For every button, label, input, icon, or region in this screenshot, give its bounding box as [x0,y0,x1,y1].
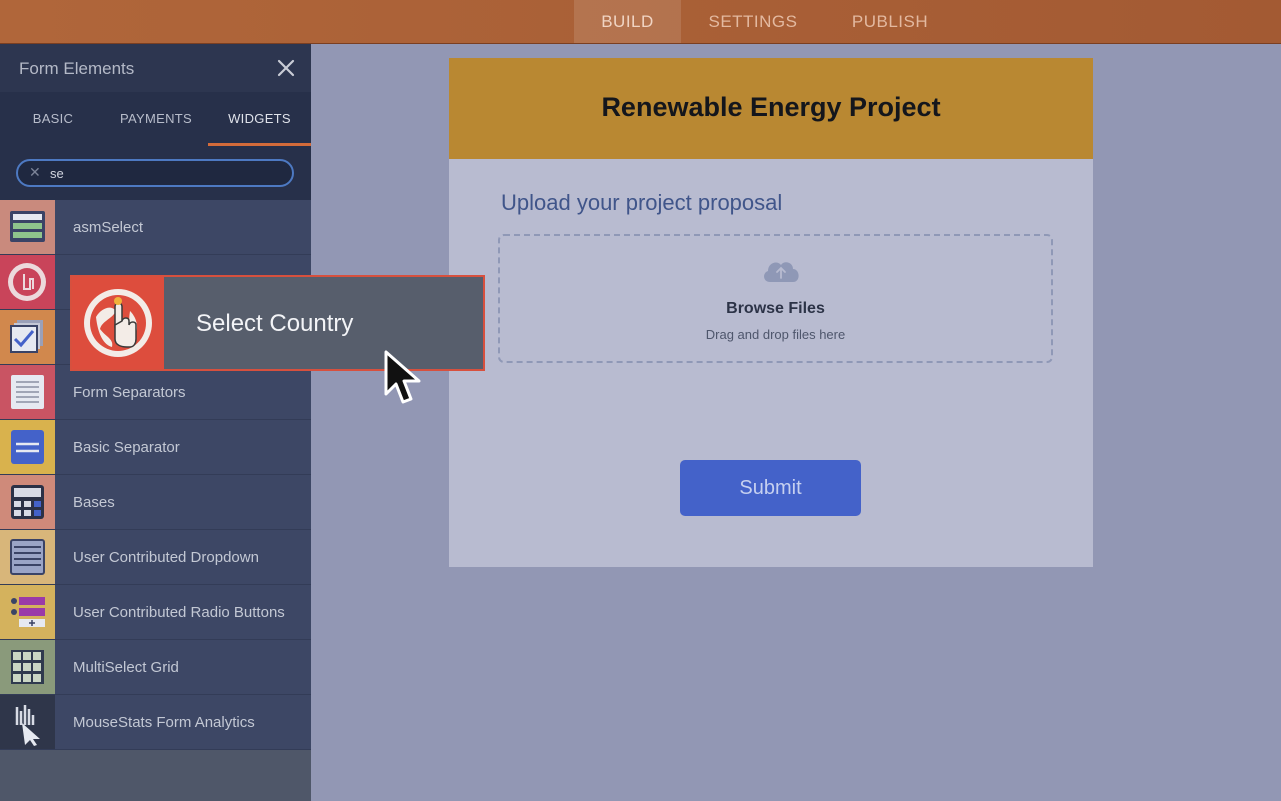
tab-widgets[interactable]: WIDGETS [208,92,311,146]
list-item-label: Form Separators [73,384,186,401]
clear-search-icon[interactable]: ✕ [29,164,41,181]
list-item-basic-separator[interactable]: Basic Separator [0,420,311,475]
search-bar: ✕ se [0,146,311,200]
tab-publish[interactable]: PUBLISH [834,0,946,43]
form-title[interactable]: Renewable Energy Project [449,92,1093,123]
submit-button[interactable]: Submit [680,460,861,516]
list-item-asmselect[interactable]: asmSelect [0,200,311,255]
upload-field-label[interactable]: Upload your project proposal [501,190,782,216]
close-icon[interactable] [274,56,298,80]
list-item-bases[interactable]: Bases [0,475,311,530]
form-header[interactable]: Renewable Energy Project [449,58,1093,159]
tab-payments[interactable]: PAYMENTS [104,92,208,146]
tab-basic[interactable]: BASIC [0,92,106,146]
globe-hand-icon [0,255,55,309]
list-item-mousestats-form-analytics[interactable]: MouseStats Form Analytics [0,695,311,750]
tab-build[interactable]: BUILD [574,0,681,43]
search-input[interactable]: ✕ se [16,159,294,187]
mouse-cursor-icon [384,350,421,404]
radio-buttons-icon [0,585,55,639]
grid-icon [0,640,55,694]
calculator-icon [0,475,55,529]
mouse-analytics-icon [0,695,55,749]
form-card: Renewable Energy Project Upload your pro… [449,58,1093,567]
sidebar-title: Form Elements [19,59,135,78]
list-item-multiselect-grid[interactable]: MultiSelect Grid [0,640,311,695]
search-value: se [50,166,64,181]
globe-hand-icon [72,277,164,369]
list-item-form-separators[interactable]: Form Separators [0,365,311,420]
sidebar-header: Form Elements [0,44,311,92]
list-item-label: Bases [73,494,115,511]
sidebar-tabs: BASIC PAYMENTS WIDGETS [0,92,311,146]
list-item-user-contributed-dropdown[interactable]: User Contributed Dropdown [0,530,311,585]
separator-icon [0,420,55,474]
checkbox-stack-icon [0,310,55,364]
top-navigation-bar: BUILD SETTINGS PUBLISH [0,0,1281,44]
list-item-label: User Contributed Radio Buttons [73,604,285,621]
list-item-label: MultiSelect Grid [73,659,179,676]
tab-settings[interactable]: SETTINGS [688,0,818,43]
browse-files-link[interactable]: Browse Files [500,300,1051,318]
list-item-label: Basic Separator [73,439,180,456]
list-item-label: asmSelect [73,219,144,236]
list-item-user-contributed-radio-buttons[interactable]: User Contributed Radio Buttons [0,585,311,640]
list-item-label: MouseStats Form Analytics [73,714,255,731]
form-elements-sidebar: Form Elements BASIC PAYMENTS WIDGETS ✕ s… [0,44,311,801]
list-item-label: User Contributed Dropdown [73,549,259,566]
document-lines-icon [0,365,55,419]
dragged-widget-label: Select Country [196,310,354,337]
select-list-icon [0,200,55,254]
cloud-upload-icon [764,262,799,282]
file-dropzone[interactable]: Browse Files Drag and drop files here [498,234,1053,363]
dropdown-icon [0,530,55,584]
dropzone-hint: Drag and drop files here [705,327,846,342]
